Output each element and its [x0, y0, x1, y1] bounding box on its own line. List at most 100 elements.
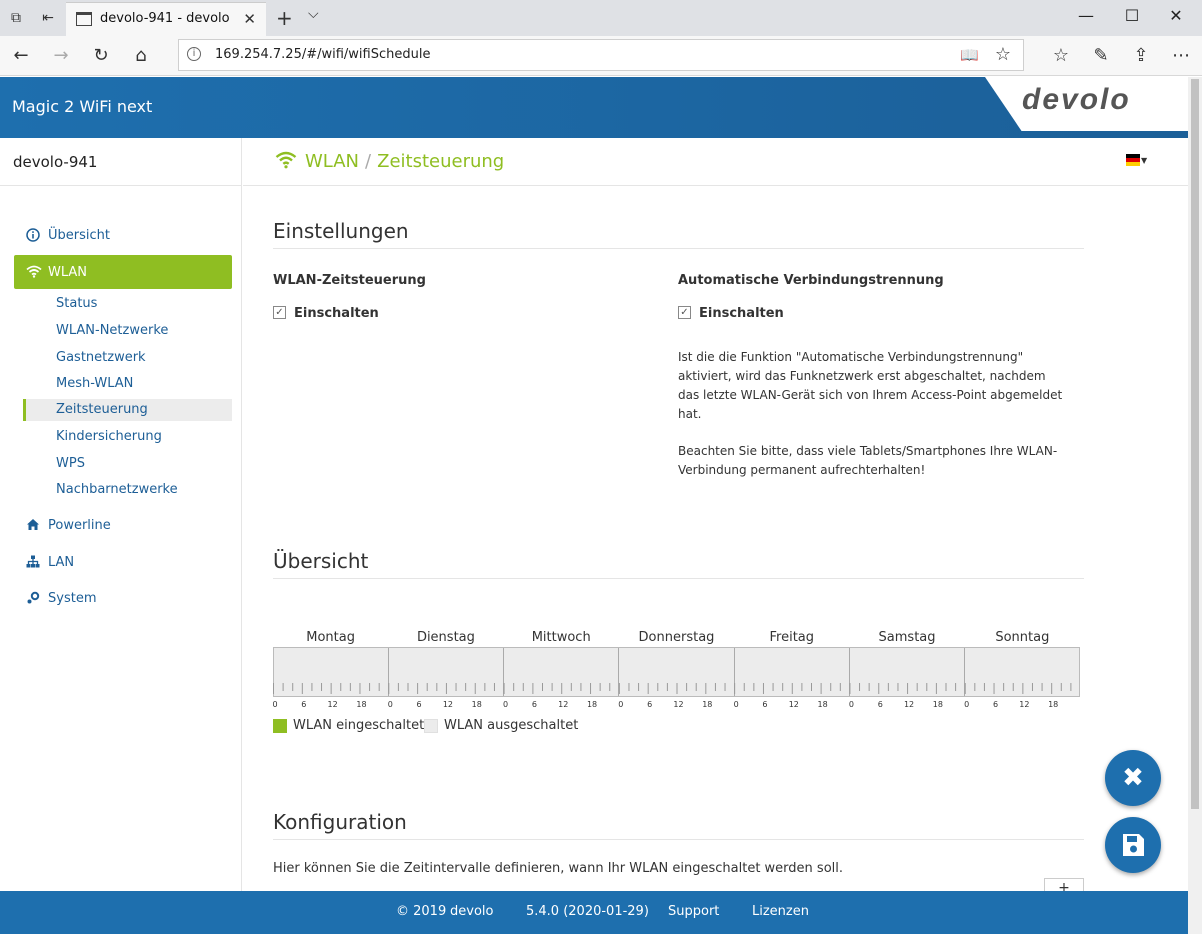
new-tab-icon[interactable]: + — [276, 6, 293, 30]
sub-item-label: Gastnetzwerk — [56, 350, 146, 365]
overview-section-title: Übersicht — [273, 549, 1084, 579]
tab-title: devolo-941 - devolo Ma — [100, 11, 234, 26]
minimize-icon[interactable]: — — [1076, 6, 1096, 25]
auto-disconnect-checkbox[interactable]: ✓ — [678, 306, 691, 319]
auto-disconnect-note: Beachten Sie bitte, dass viele Tablets/S… — [678, 444, 1058, 477]
refresh-icon[interactable]: ↻ — [88, 44, 114, 68]
breadcrumb: WLAN / Zeitsteuerung — [305, 151, 504, 172]
scrollbar-thumb[interactable] — [1191, 79, 1199, 809]
back-icon[interactable]: ← — [8, 44, 34, 68]
hour-tick-label: 0 — [849, 700, 854, 709]
footer-licenses-link[interactable]: Lizenzen — [752, 904, 809, 919]
day-label: Freitag — [769, 630, 815, 645]
info-icon — [26, 228, 40, 242]
browser-tab-bar: ⧉ ⇤ devolo-941 - devolo Ma ✕ + ⌵ — ☐ ✕ — [0, 0, 1202, 36]
settings-section-title: Einstellungen — [273, 219, 1084, 249]
url-text[interactable]: 169.254.7.25/#/wifi/wifiSchedule — [215, 47, 430, 62]
close-window-icon[interactable]: ✕ — [1166, 6, 1186, 25]
sidebar-sub-mesh-wlan[interactable]: Mesh-WLAN — [23, 373, 232, 395]
sidebar-item-wlan[interactable]: WLAN — [14, 255, 232, 289]
sidebar-item-uebersicht[interactable]: Übersicht — [14, 220, 232, 250]
pen-notes-icon[interactable]: ✎ — [1088, 44, 1114, 68]
sub-item-label: Nachbarnetzwerke — [56, 482, 178, 497]
browser-nav-bar: ← → ↻ ⌂ i 169.254.7.25/#/wifi/wifiSchedu… — [0, 36, 1202, 76]
sidebar-item-label: System — [48, 591, 97, 606]
sidebar-item-label: Powerline — [48, 518, 111, 533]
favorites-list-icon[interactable]: ☆ — [1048, 44, 1074, 68]
day-label: Dienstag — [416, 630, 475, 645]
sidebar-sub-wps[interactable]: WPS — [23, 453, 232, 475]
day-label: Sonntag — [995, 630, 1050, 645]
auto-disconnect-heading: Automatische Verbindungstrennung — [678, 273, 944, 288]
hour-tick-label: 6 — [878, 700, 883, 709]
sidebar-sub-wlan-netzwerke[interactable]: WLAN-Netzwerke — [23, 320, 232, 342]
product-title: Magic 2 WiFi next — [12, 97, 153, 116]
save-button[interactable] — [1105, 817, 1161, 873]
maximize-icon[interactable]: ☐ — [1122, 6, 1142, 25]
site-info-icon[interactable]: i — [187, 47, 201, 61]
day-label: Montag — [306, 630, 355, 645]
breadcrumb-current-page: Zeitsteuerung — [377, 151, 505, 172]
sidebar: devolo-941 Übersicht WLAN Status WLAN-Ne… — [0, 138, 242, 891]
sidebar-sub-gastnetzwerk[interactable]: Gastnetzwerk — [23, 347, 232, 369]
hour-tick-label: 12 — [558, 700, 568, 709]
wlan-schedule-checkbox-label[interactable]: Einschalten — [294, 306, 379, 321]
home-button-icon[interactable]: ⌂ — [128, 44, 154, 68]
tab-actions-icon[interactable]: ⧉ — [6, 8, 26, 28]
hour-tick-label: 12 — [1019, 700, 1029, 709]
favorite-star-icon[interactable]: ☆ — [995, 44, 1011, 65]
page-favicon-icon — [76, 12, 92, 26]
close-icon: ✖ — [1122, 763, 1144, 793]
hour-tick-label: 18 — [702, 700, 712, 709]
forward-icon[interactable]: → — [48, 44, 74, 68]
hour-tick-label: 18 — [933, 700, 943, 709]
wifi-icon — [275, 151, 297, 169]
sidebar-sub-nachbarnetzwerke[interactable]: Nachbarnetzwerke — [23, 479, 232, 501]
page-scrollbar[interactable] — [1188, 77, 1202, 934]
sub-item-label: Zeitsteuerung — [56, 402, 148, 417]
hour-tick-label: 0 — [388, 700, 393, 709]
set-aside-tabs-icon[interactable]: ⇤ — [38, 8, 58, 28]
day-label: Mittwoch — [531, 630, 591, 645]
hour-tick-label: 12 — [443, 700, 453, 709]
hour-tick-label: 18 — [587, 700, 597, 709]
share-icon[interactable]: ⇪ — [1128, 44, 1154, 68]
tab-preview-chevron-icon[interactable]: ⌵ — [308, 6, 319, 22]
config-section-title: Konfiguration — [273, 810, 1084, 840]
sidebar-item-system[interactable]: System — [14, 583, 232, 613]
gear-icon — [26, 591, 40, 605]
footer-version: 5.4.0 (2020-01-29) — [526, 904, 649, 919]
wlan-schedule-checkbox[interactable]: ✓ — [273, 306, 286, 319]
content-header: WLAN / Zeitsteuerung ▼ — [243, 138, 1188, 186]
hour-tick-label: 0 — [272, 700, 277, 709]
breadcrumb-wlan[interactable]: WLAN — [305, 151, 359, 172]
more-menu-icon[interactable]: ⋯ — [1168, 44, 1194, 68]
schedule-day — [965, 648, 1079, 696]
home-icon — [26, 518, 40, 532]
sidebar-sub-zeitsteuerung[interactable]: Zeitsteuerung — [23, 399, 232, 421]
sidebar-item-powerline[interactable]: Powerline — [14, 510, 232, 540]
footer-support-link[interactable]: Support — [668, 904, 719, 919]
legend-on-label: WLAN eingeschaltet — [293, 718, 425, 733]
hour-tick-label: 18 — [472, 700, 482, 709]
sub-item-label: Mesh-WLAN — [56, 376, 134, 391]
legend-on-swatch — [273, 719, 287, 733]
add-interval-button[interactable]: + — [1044, 878, 1084, 891]
sidebar-item-label: LAN — [48, 555, 75, 570]
sidebar-item-lan[interactable]: LAN — [14, 547, 232, 577]
legend-off-label: WLAN ausgeschaltet — [444, 718, 579, 733]
german-flag-icon[interactable] — [1126, 154, 1140, 166]
breadcrumb-separator: / — [365, 151, 372, 172]
address-bar[interactable]: i 169.254.7.25/#/wifi/wifiSchedule 📖 ☆ — [178, 39, 1024, 71]
reading-view-icon[interactable]: 📖 — [960, 46, 979, 64]
hour-tick-scale: 0 6 12 18 0 6 12 18 0 6 12 18 0 6 12 18 0 6 12 18 0 6 12 18 0 6 12… — [272, 683, 1072, 709]
sidebar-sub-status[interactable]: Status — [23, 293, 232, 315]
close-tab-icon[interactable]: ✕ — [243, 10, 256, 28]
language-dropdown-caret-icon[interactable]: ▼ — [1141, 156, 1147, 165]
cancel-button[interactable]: ✖ — [1105, 750, 1161, 806]
auto-disconnect-checkbox-label[interactable]: Einschalten — [699, 306, 784, 321]
weekday-labels: Montag Dienstag Mittwoch Donnerstag Frei… — [273, 630, 1080, 648]
browser-tab[interactable]: devolo-941 - devolo Ma ✕ — [66, 2, 266, 36]
sidebar-sub-kindersicherung[interactable]: Kindersicherung — [23, 426, 232, 448]
device-name-bar: devolo-941 — [0, 138, 242, 186]
